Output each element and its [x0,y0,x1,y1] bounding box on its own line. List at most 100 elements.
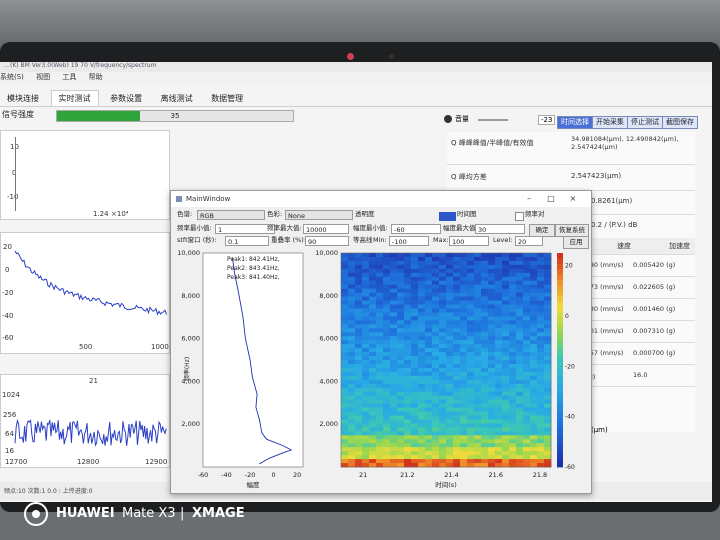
spectrogram-cell [439,383,447,389]
spectrogram-cell [516,272,524,278]
spectrogram-cell [411,427,419,432]
spectrogram-cell [516,363,524,369]
freq-min-input[interactable]: 1 [215,224,275,234]
tab-module-connect[interactable]: 模块连接 [0,91,46,106]
start-collect-button[interactable]: 开始采集 [592,116,628,129]
colormap-select[interactable]: RGB [197,210,265,220]
spectrogram-cell [467,451,475,456]
spectrogram-cell [495,332,503,337]
amp-max-input[interactable]: 30 [475,224,525,234]
spectrogram-cell [446,423,454,428]
spectrogram-cell [404,383,412,389]
menu-help[interactable]: 帮助 [89,73,103,81]
spectrogram-cell [425,459,433,464]
spectrogram-cell [355,360,363,365]
spectrogram-cell [523,340,531,345]
close-icon[interactable]: × [567,193,579,205]
minimize-icon[interactable]: – [523,193,535,205]
freq-log-checkbox[interactable] [515,212,524,221]
spectrogram-cell [488,427,496,432]
spectrogram-cell [537,391,545,397]
maximize-icon[interactable]: □ [545,193,557,205]
spectrogram-cell [362,300,370,305]
spectrogram-cell [369,439,377,444]
amp-min-label: 幅度最小值: [353,224,388,232]
spectrogram-cell [460,348,468,353]
spectrogram-cell [530,304,538,309]
amp-min-input[interactable]: -60 [391,224,441,234]
spectrogram-cell [495,395,503,401]
spectrogram-cell [460,403,468,408]
spectrogram-cell [467,356,475,361]
menu-system[interactable]: 系统(S) [0,73,24,81]
spectrogram-cell [348,352,356,357]
spectrogram-cell [453,253,461,258]
spectrogram-cell [411,451,419,456]
stft-input[interactable]: 0.1 [225,236,269,246]
tab-realtime-test[interactable]: 实时测试 [50,90,99,106]
spectrogram-cell [544,356,552,361]
spectrogram-cell [453,360,461,365]
spectrogram-cell [502,431,510,436]
tab-offline-test[interactable]: 离线测试 [154,91,200,106]
max-input[interactable]: 100 [449,236,489,246]
spectrogram-cell [397,256,405,262]
spectrogram-cell [355,403,363,408]
spectrogram-cell [502,300,510,305]
spectrogram-cell [488,292,496,297]
spectrogram-cell [369,328,377,333]
time-select-button[interactable]: 时间选择 [557,116,593,129]
spectrogram-cell [523,328,531,333]
spectrogram-cell [418,253,426,258]
spectrogram-cell [404,352,412,357]
spectrogram-cell [390,447,398,452]
spectrogram-cell [488,336,496,341]
spectrogram-cell [467,308,475,313]
spectrogram-cell [530,332,538,337]
spectrogram-cell [397,356,405,361]
overlap-input[interactable]: 90 [305,236,349,246]
spectrogram-cell [383,407,391,412]
menu-view[interactable]: 视图 [36,73,50,81]
spectrogram-cell [369,356,377,361]
spectrogram-cell [369,320,377,325]
spectrogram-cell [446,356,454,361]
spectrogram-cell [355,443,363,448]
volume-slider[interactable] [478,119,508,121]
signal-progress-bar: 35 [56,110,294,122]
spectrogram-cell [474,328,482,333]
colorbar-segment [557,456,563,463]
stft-label: stft窗口 (秒): [177,236,217,244]
spectrogram-cell [495,308,503,313]
freq-max-input[interactable]: 10000 [303,224,349,234]
colorbar-segment [557,317,563,323]
colorbar-segment [557,365,563,372]
apply-button[interactable]: 应用 [563,236,589,249]
screenshot-save-button[interactable]: 截图保存 [662,116,698,129]
spectrogram-cell [397,443,405,448]
stop-test-button[interactable]: 停止测试 [627,116,663,129]
spectrogram-cell [446,407,454,412]
volume-icon[interactable] [444,115,452,123]
min-input[interactable]: -100 [389,236,429,246]
info-label-peak: Q 峰峰峰值/半峰值/有效值 [451,139,534,147]
spectrogram-cell [397,411,405,416]
color-select[interactable]: None [285,210,353,220]
spectrogram-cell [495,439,503,444]
spectrogram-cell [481,455,489,460]
spectrogram-cell [397,296,405,301]
level-input[interactable]: 20 [515,236,543,246]
tab-param-settings[interactable]: 参数设置 [103,91,149,106]
spectrogram-cell [348,276,356,282]
spectrogram-cell [474,276,482,282]
time-chart-checkbox-2[interactable] [447,212,456,221]
spectrogram-cell [537,268,545,274]
tab-data-manage[interactable]: 数据管理 [204,91,250,106]
spectrogram-cell [404,356,412,361]
spectrogram-cell [516,407,524,412]
spectrogram-cell [516,455,524,460]
spectrogram-cell [516,415,524,420]
menu-tools[interactable]: 工具 [62,73,76,81]
spectrogram-cell [474,304,482,309]
spectrogram-cell [544,387,552,393]
